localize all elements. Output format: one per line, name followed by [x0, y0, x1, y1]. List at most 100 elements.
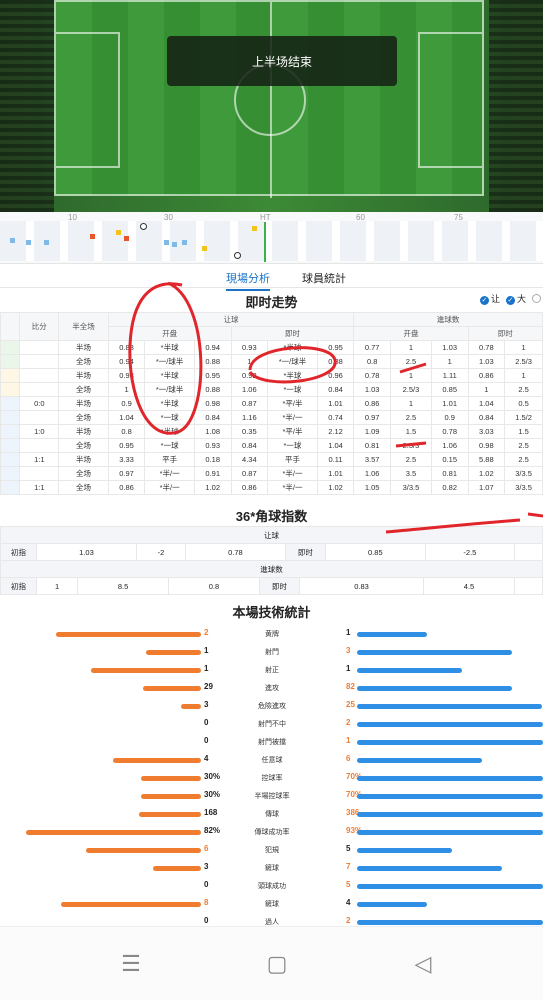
corner-jq-table: 進球数 初指 1 8.5 0.8 即时 0.83 4.5 — [0, 560, 543, 595]
away-stat-value: 7 — [346, 862, 351, 871]
stat-row: 8 鏟球 4 — [0, 896, 543, 914]
away-stat-value: 82 — [346, 682, 355, 691]
odds-cell: 3/3.5 — [389, 480, 432, 495]
home-stat-bar — [141, 776, 201, 781]
away-stat-bar — [357, 884, 543, 889]
away-stat-value: 4 — [346, 898, 351, 907]
stat-row: 82% 傳球成功率 93% — [0, 824, 543, 842]
stat-row: 6 犯規 5 — [0, 842, 543, 860]
odds-cell: *一球 — [267, 382, 318, 397]
odds-cell: 1.11 — [430, 368, 469, 383]
odds-cell: 1 — [107, 382, 146, 397]
odds-cell: 全场 — [58, 480, 109, 495]
odds-cell: 0.96 — [316, 368, 355, 383]
odds-cell: 1.03 — [353, 382, 391, 397]
away-stat-bar — [357, 740, 543, 745]
home-stat-bar — [91, 668, 201, 673]
col-half: 半全场 — [58, 312, 109, 341]
odds-cell: *半球 — [144, 340, 195, 355]
corner-cell: 1 — [35, 577, 79, 595]
group-rang: 让球 — [107, 312, 355, 327]
odds-cell: *一球 — [144, 438, 195, 453]
stat-row: 168 傳球 386 — [0, 806, 543, 824]
odds-cell: 1.07 — [467, 480, 506, 495]
corner-cell: 1.03 — [36, 543, 137, 561]
corner-rang-table: 让球 初指 1.03 -2 0.78 即时 0.85 -2.5 — [0, 526, 543, 561]
stat-name: 危險進攻 — [258, 703, 286, 710]
event-marker — [164, 240, 169, 245]
group-jq: 進球数 — [353, 312, 543, 327]
stat-row: 0 射門被擋 1 — [0, 734, 543, 752]
odds-cell: 0.77 — [353, 340, 391, 355]
corner-index-title: 36*角球指数 — [235, 509, 308, 524]
back-icon[interactable]: ◁ — [408, 949, 438, 979]
odds-cell: 全场 — [58, 466, 109, 481]
odds-cell — [0, 452, 21, 467]
check-icon: ✓ — [505, 296, 515, 305]
home-stat-value: 8 — [204, 898, 209, 907]
away-stat-value: 3 — [346, 646, 351, 655]
odds-row: 全场 0.95 *一球 0.93 0.84 *一球 1.04 0.81 2.5/3 1.06 0.9… — [0, 438, 543, 453]
away-stat-bar — [357, 668, 462, 673]
tab-live-analysis[interactable]: 現場分析 — [226, 270, 270, 291]
odds-cell: *半/一 — [267, 480, 318, 495]
event-marker — [44, 240, 49, 245]
tab-player-stats[interactable]: 球員統計 — [302, 270, 346, 286]
home-stat-value: 0 — [204, 916, 209, 925]
home-stat-value: 6 — [204, 844, 209, 853]
odds-cell: 1.02 — [467, 466, 506, 481]
odds-cell: 0.88 — [193, 382, 232, 397]
odds-row: 全场 0.94 *一/球半 0.88 1 *一/球半 0.88 0.8 2.5 1 1.03 2.5/… — [0, 354, 543, 369]
checkbox-icon[interactable] — [532, 294, 541, 303]
odds-cell: *半/一 — [267, 410, 318, 425]
odds-row: 1:1 全场 0.86 *半/一 1.02 0.86 *半/一 1.02 1.05 3/3.5 0.… — [0, 480, 543, 495]
odds-cell: *一/球半 — [144, 354, 195, 369]
odds-cell: 0.5 — [504, 396, 543, 411]
sub-open: 开盘 — [107, 326, 232, 341]
corner-cell — [514, 577, 543, 595]
odds-cell: 1.06 — [353, 466, 391, 481]
away-stat-value: 5 — [346, 844, 351, 853]
odds-cell: 0.81 — [353, 438, 391, 453]
odds-cell: 0.98 — [193, 396, 232, 411]
odds-cell: 2.5/3 — [389, 382, 432, 397]
crowd-right — [489, 0, 543, 212]
away-stat-value: 2 — [346, 718, 351, 727]
odds-cell: 1 — [430, 354, 469, 369]
menu-icon[interactable]: ☰ — [116, 949, 146, 979]
event-marker — [10, 238, 15, 243]
legend-da[interactable]: ✓ 大 — [505, 292, 526, 305]
odds-cell: 0.97 — [353, 410, 391, 425]
odds-cell: 0.8 — [353, 354, 391, 369]
odds-cell: *一球 — [144, 410, 195, 425]
corner-cell: -2 — [135, 543, 186, 561]
odds-cell: 1.5 — [389, 424, 432, 439]
odds-row: 1:1 半场 3.33 平手 0.18 4.34 平手 0.11 3.57 2.5 0.15 5.88… — [0, 452, 543, 467]
odds-cell: 0.87 — [230, 396, 269, 411]
away-stat-bar — [357, 866, 502, 871]
odds-cell: 2.12 — [316, 424, 355, 439]
stat-row: 1 射門 3 — [0, 644, 543, 662]
home-icon[interactable]: ▢ — [262, 949, 292, 979]
init-label: 初指 — [0, 543, 37, 561]
stat-name: 傳球成功率 — [254, 829, 290, 836]
legend-rang[interactable]: ✓ 让 — [479, 292, 500, 305]
analysis-tabs: 現場分析 球員統計 — [0, 266, 543, 291]
home-stat-bar — [139, 812, 201, 817]
odds-score — [19, 368, 60, 383]
odds-cell: 1.05 — [353, 480, 391, 495]
odds-cell: 1 — [467, 382, 506, 397]
away-stat-bar — [357, 794, 543, 799]
field — [54, 0, 484, 198]
odds-cell: 0.86 — [230, 480, 269, 495]
odds-cell: 平手 — [267, 452, 318, 467]
stat-name: 任意球 — [261, 757, 283, 764]
goal-ball-icon — [234, 252, 241, 259]
odds-cell: 3.57 — [353, 452, 391, 467]
match-timeline[interactable]: 10 30 HT 60 75 — [0, 212, 543, 264]
yellow-card-icon — [252, 226, 257, 231]
odds-score — [19, 410, 60, 425]
odds-cell: 1 — [389, 340, 432, 355]
halftime-line — [264, 222, 266, 262]
stat-row: 30% 半場控球率 70% — [0, 788, 543, 806]
